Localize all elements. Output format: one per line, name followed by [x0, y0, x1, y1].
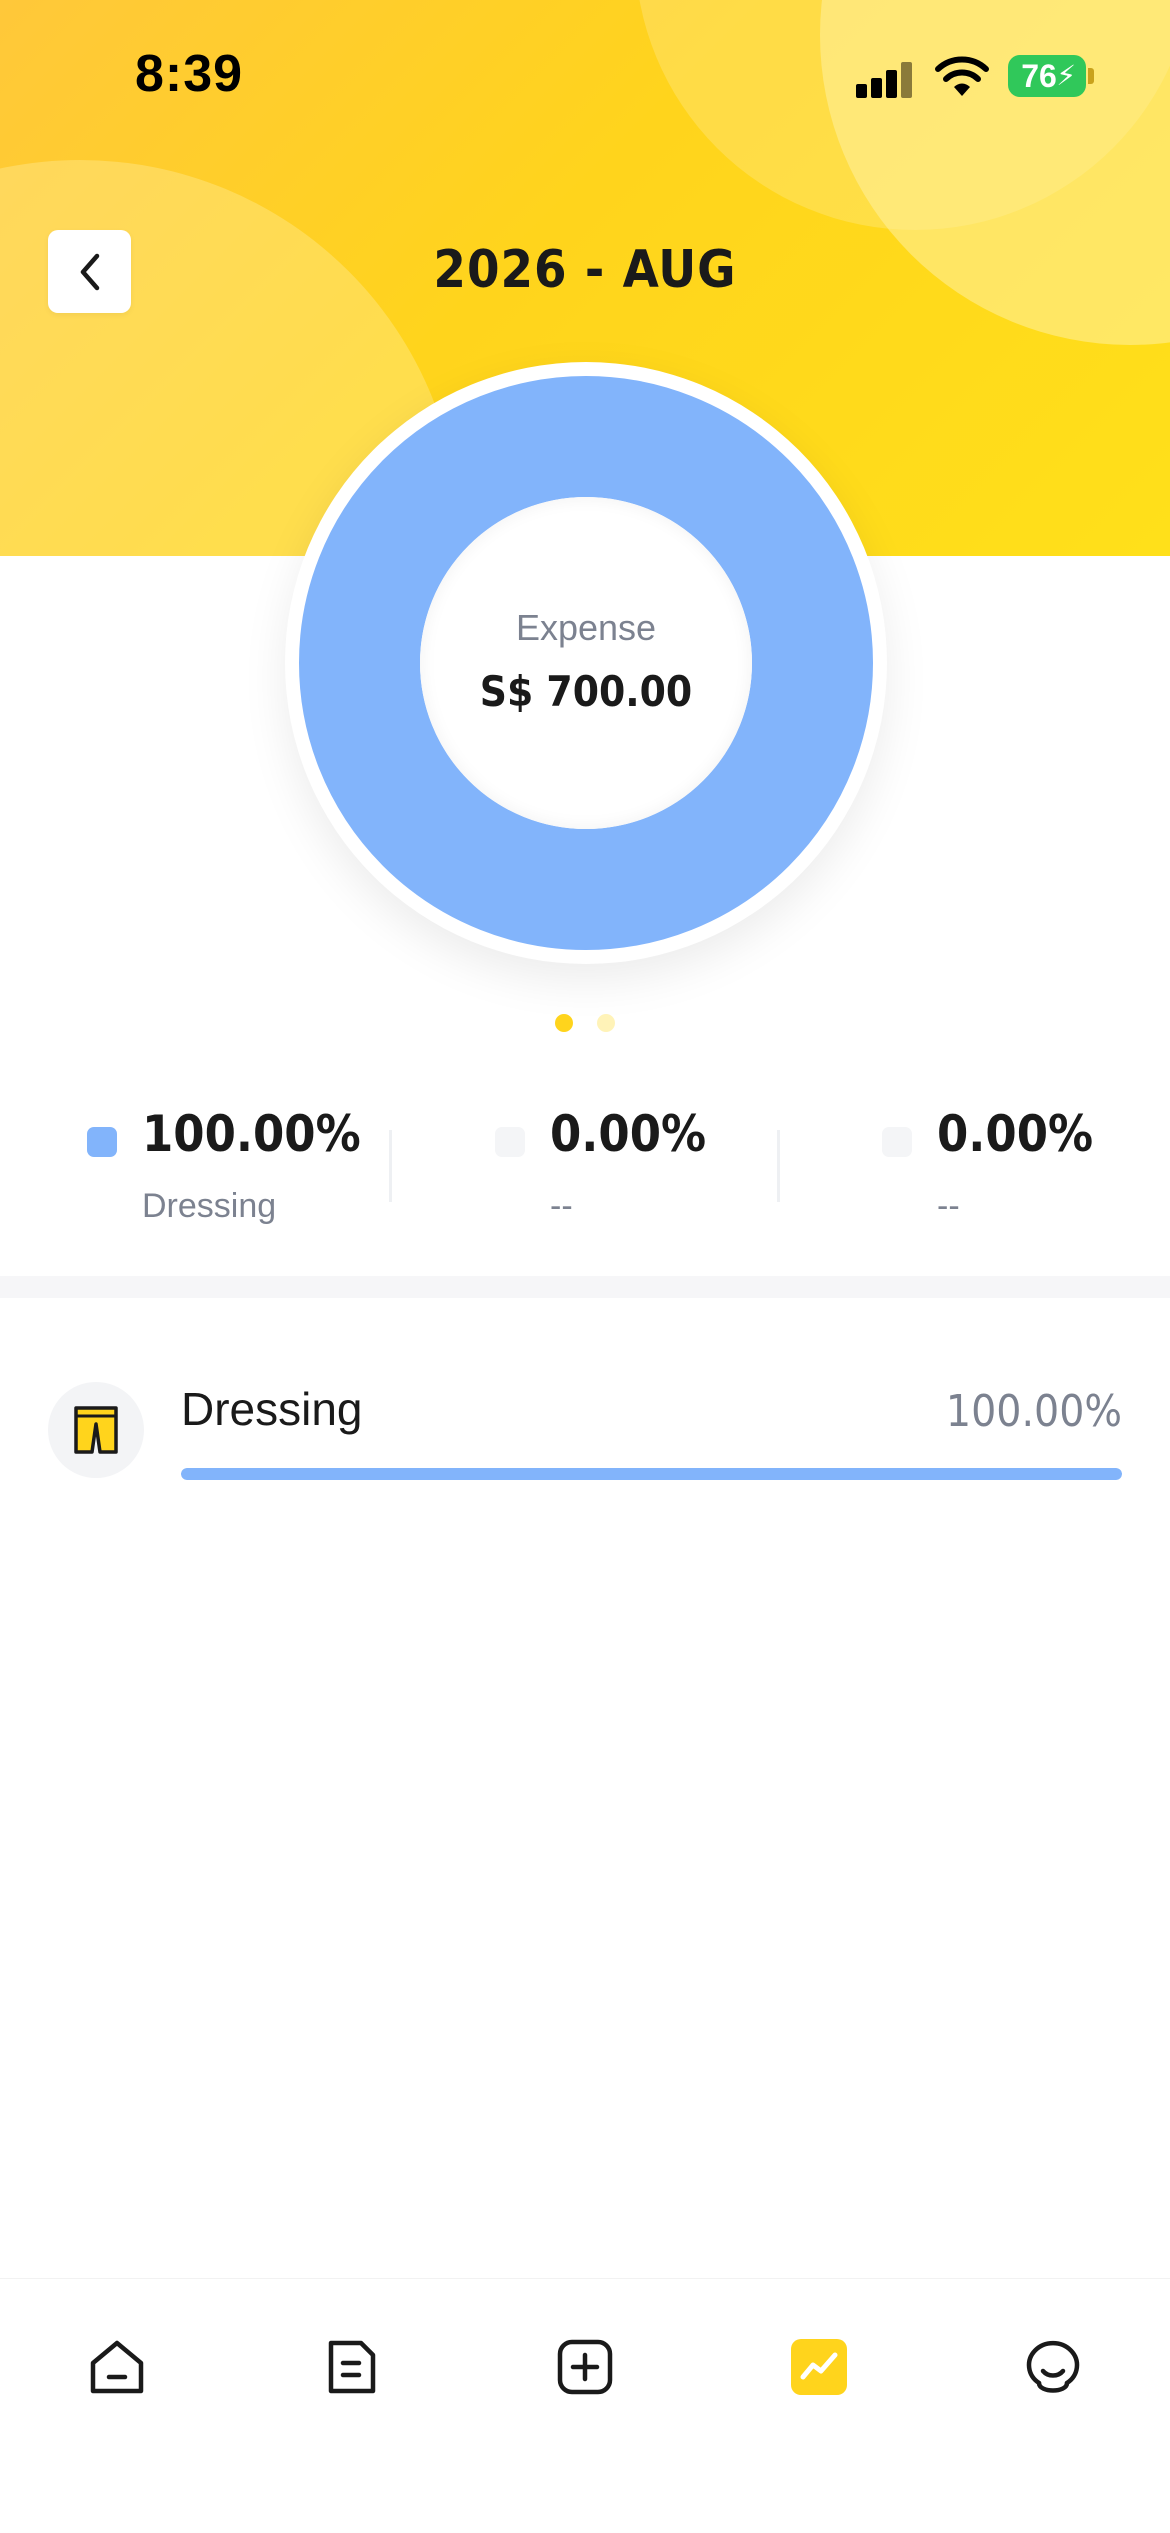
category-progress-fill: [181, 1468, 1122, 1480]
legend-percent: 0.00%: [937, 1105, 1094, 1163]
charging-bolt-icon: ⚡: [1056, 60, 1076, 91]
wifi-icon: [935, 56, 989, 96]
tab-add-record[interactable]: [545, 2327, 625, 2407]
page-title: 2026 - AUG: [433, 240, 737, 300]
expense-donut-chart[interactable]: Expense S$ 700.00: [285, 362, 887, 964]
status-time: 8:39: [135, 45, 244, 103]
donut-center: Expense S$ 700.00: [420, 497, 752, 829]
legend-percent: 0.00%: [550, 1105, 707, 1163]
legend-item[interactable]: 100.00% Dressing: [87, 1105, 387, 1245]
page-dot[interactable]: [597, 1014, 615, 1032]
category-icon-badge: [48, 1382, 144, 1478]
expense-label: Expense: [515, 607, 657, 648]
add-record-icon: [557, 2339, 613, 2395]
category-row[interactable]: Dressing 100.00%: [0, 1370, 1170, 1510]
shorts-icon: [74, 1406, 118, 1454]
legend-swatch: [87, 1127, 117, 1157]
bill-list-icon: [328, 2340, 376, 2394]
bottom-tab-bar: [0, 2278, 1170, 2533]
category-progress-bar: [181, 1468, 1122, 1480]
chart-page-indicator[interactable]: [555, 1014, 615, 1032]
legend-label: --: [937, 1187, 960, 1225]
tab-home[interactable]: [77, 2327, 157, 2407]
legend-swatch: [882, 1127, 912, 1157]
chart-icon: [791, 2339, 847, 2395]
cellular-signal-icon: [856, 60, 916, 98]
legend-divider: [389, 1130, 392, 1202]
legend-percent: 100.00%: [142, 1105, 361, 1163]
legend-label: Dressing: [142, 1187, 277, 1225]
profile-icon: [1026, 2340, 1080, 2393]
category-legend: 100.00% Dressing 0.00% -- 0.00% --: [0, 1105, 1170, 1245]
legend-item[interactable]: 0.00% --: [495, 1105, 745, 1245]
battery-icon: 76 ⚡: [1008, 55, 1086, 97]
category-name: Dressing: [181, 1383, 363, 1435]
legend-item[interactable]: 0.00% --: [882, 1105, 1132, 1245]
legend-divider: [777, 1130, 780, 1202]
expense-amount: S$ 700.00: [479, 667, 693, 716]
tab-statistics[interactable]: [779, 2327, 859, 2407]
legend-swatch: [495, 1127, 525, 1157]
legend-label: --: [550, 1187, 573, 1225]
battery-cap: [1088, 68, 1094, 84]
page-dot-active[interactable]: [555, 1014, 573, 1032]
tab-profile[interactable]: [1013, 2327, 1093, 2407]
home-icon: [90, 2340, 144, 2394]
section-separator: [0, 1276, 1170, 1298]
category-percent: 100.00%: [945, 1386, 1122, 1437]
tab-bills[interactable]: [311, 2327, 391, 2407]
